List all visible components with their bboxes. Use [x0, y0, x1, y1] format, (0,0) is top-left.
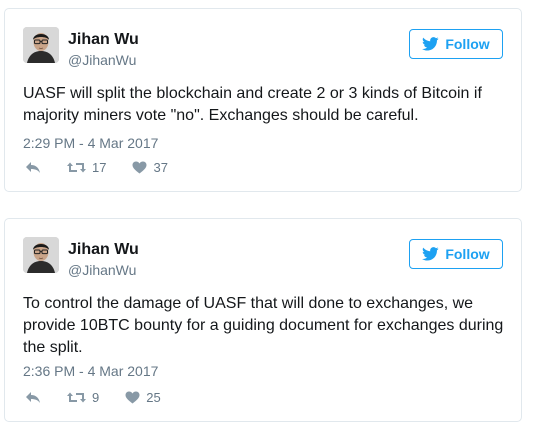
reply-icon: [25, 161, 41, 174]
follow-button[interactable]: Follow: [409, 29, 503, 59]
heart-icon: [132, 161, 147, 174]
retweet-count: 17: [92, 160, 107, 175]
tweet-card: Jihan Wu @JihanWu Follow To control the …: [4, 218, 522, 422]
retweet-count: 9: [92, 390, 100, 405]
retweet-button[interactable]: 17: [67, 160, 106, 175]
reply-button[interactable]: [25, 391, 41, 404]
reply-button[interactable]: [25, 161, 41, 174]
like-button[interactable]: 25: [125, 390, 161, 405]
author-handle[interactable]: @JihanWu: [68, 262, 136, 278]
tweet-card: Jihan Wu @JihanWu Follow UASF will split…: [4, 8, 522, 192]
author-name[interactable]: Jihan Wu: [68, 31, 139, 49]
author-handle[interactable]: @JihanWu: [68, 52, 136, 68]
avatar[interactable]: [23, 27, 59, 63]
heart-icon: [125, 391, 140, 404]
retweet-button[interactable]: 9: [67, 390, 99, 405]
twitter-bird-icon: [422, 37, 439, 51]
tweet-timestamp[interactable]: 2:29 PM - 4 Mar 2017: [23, 135, 158, 151]
follow-label: Follow: [445, 36, 490, 52]
twitter-bird-icon: [422, 247, 439, 261]
like-count: 25: [146, 390, 161, 405]
tweet-actions: 9 25: [25, 390, 187, 405]
follow-label: Follow: [445, 246, 490, 262]
follow-button[interactable]: Follow: [409, 239, 503, 269]
like-button[interactable]: 37: [132, 160, 168, 175]
tweet-text: To control the damage of UASF that will …: [23, 295, 504, 356]
tweet-timestamp[interactable]: 2:36 PM - 4 Mar 2017: [23, 363, 158, 379]
tweet-text: UASF will split the blockchain and creat…: [23, 85, 482, 124]
avatar[interactable]: [23, 237, 59, 273]
tweet-actions: 17 37: [25, 160, 194, 175]
retweet-icon: [67, 161, 86, 174]
like-count: 37: [153, 160, 168, 175]
reply-icon: [25, 391, 41, 404]
author-name[interactable]: Jihan Wu: [68, 241, 139, 259]
retweet-icon: [67, 391, 86, 404]
